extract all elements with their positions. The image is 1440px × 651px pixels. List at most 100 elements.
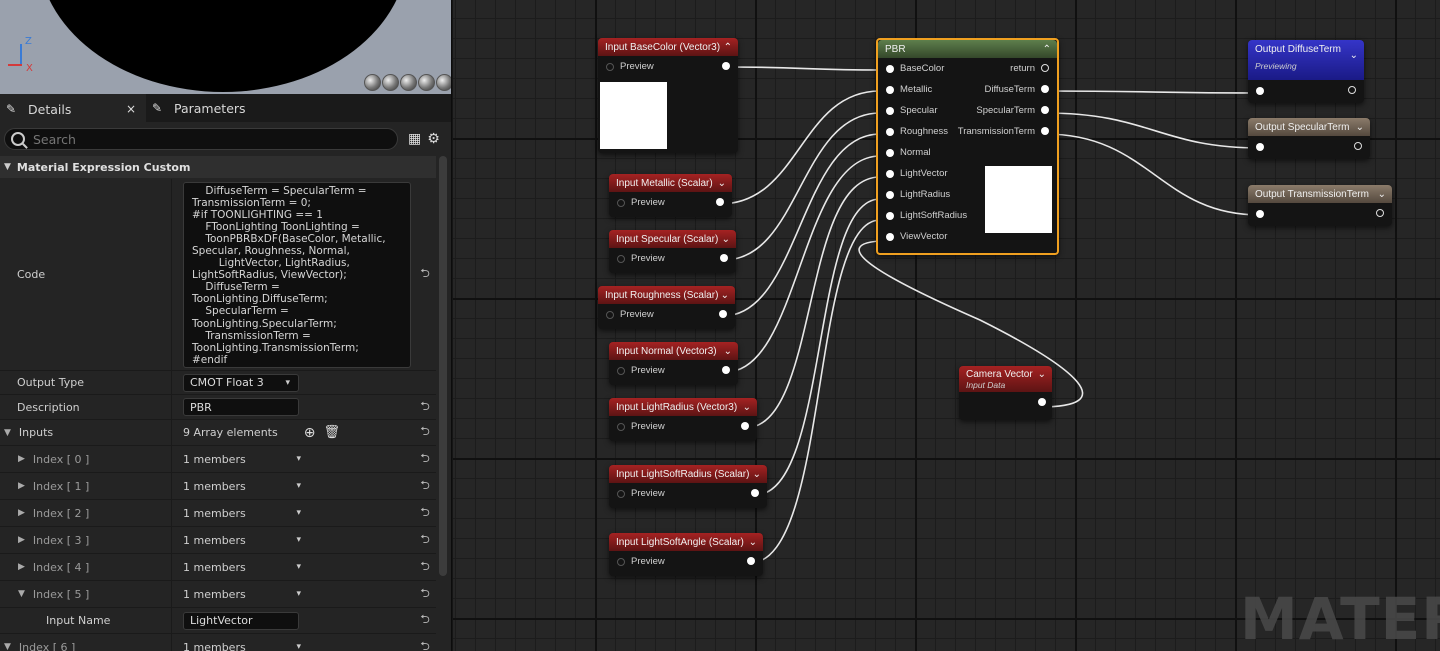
output-pin[interactable]: [722, 366, 730, 374]
node-camera-vector[interactable]: Camera Vector Input Data ⌄: [959, 366, 1052, 420]
pin-icon[interactable]: [617, 422, 625, 431]
input-pin[interactable]: [886, 85, 894, 94]
chevron-down-icon[interactable]: ⌄: [718, 178, 726, 189]
preview-cylinder-icon[interactable]: [364, 74, 381, 91]
chevron-down-icon[interactable]: ⌄: [1378, 189, 1386, 200]
output-pin[interactable]: [747, 557, 755, 565]
input-pin[interactable]: [886, 148, 894, 157]
pin-icon[interactable]: [617, 557, 625, 566]
output-pin-row[interactable]: return: [947, 58, 1057, 79]
node-output-diffuseterm[interactable]: Output DiffuseTerm Previewing ⌄: [1248, 40, 1364, 103]
pin-icon[interactable]: [617, 366, 625, 375]
output-pin[interactable]: [1376, 209, 1384, 217]
chevron-down-icon[interactable]: ⌄: [749, 537, 757, 548]
node-input-roughness[interactable]: Input Roughness (Scalar) ⌄ Preview: [598, 286, 735, 329]
chevron-down-icon[interactable]: ⌄: [722, 234, 730, 245]
output-pin-row[interactable]: DiffuseTerm: [947, 79, 1057, 100]
output-pin[interactable]: [1354, 142, 1362, 150]
node-input-lightsoftradius[interactable]: Input LightSoftRadius (Scalar) ⌄ Preview: [609, 465, 767, 508]
search-box[interactable]: [4, 128, 398, 150]
node-header[interactable]: Input Roughness (Scalar) ⌄: [598, 286, 735, 304]
table-view-icon[interactable]: ▦: [408, 131, 421, 147]
input-pin-row[interactable]: Normal: [878, 142, 1057, 163]
index-label-cell[interactable]: ▶ Index [ 4 ]: [0, 554, 172, 580]
output-pin[interactable]: [720, 254, 728, 262]
node-input-specular[interactable]: Input Specular (Scalar) ⌄ Preview: [609, 230, 736, 273]
members-dropdown[interactable]: 1 members ▾: [183, 453, 301, 466]
input-pin[interactable]: [886, 106, 894, 115]
input-pin[interactable]: [1256, 209, 1264, 218]
output-pin-row[interactable]: SpecularTerm: [947, 100, 1057, 121]
chevron-down-icon[interactable]: ⌄: [724, 346, 732, 357]
reset-arrow-icon[interactable]: ⮌: [414, 557, 436, 578]
chevron-down-icon[interactable]: ⌄: [743, 402, 751, 413]
output-pin[interactable]: [719, 310, 727, 318]
node-header[interactable]: Input LightSoftAngle (Scalar) ⌄: [609, 533, 763, 551]
node-output-specularterm[interactable]: Output SpecularTerm ⌄: [1248, 118, 1370, 159]
tab-parameters[interactable]: ✎ Parameters: [146, 94, 256, 122]
output-pin[interactable]: [722, 62, 730, 70]
output-pin[interactable]: [741, 422, 749, 430]
members-dropdown[interactable]: 1 members ▾: [183, 641, 301, 651]
section-header[interactable]: ▼ Material Expression Custom: [0, 156, 436, 178]
reset-arrow-icon[interactable]: ⮌: [414, 397, 436, 418]
node-header[interactable]: Input LightSoftRadius (Scalar) ⌄: [609, 465, 767, 483]
pin-icon[interactable]: [617, 198, 625, 207]
node-header[interactable]: Input Normal (Vector3) ⌄: [609, 342, 738, 360]
node-header[interactable]: PBR ⌃: [878, 40, 1057, 58]
index-label-cell[interactable]: ▶ Index [ 1 ]: [0, 473, 172, 499]
members-dropdown[interactable]: 1 members ▾: [183, 534, 301, 547]
input-pin[interactable]: [886, 127, 894, 136]
node-input-basecolor[interactable]: Input BaseColor (Vector3) ⌃ Preview: [598, 38, 738, 153]
index-label-cell[interactable]: ▼ Index [ 5 ]: [0, 581, 172, 607]
reset-arrow-icon[interactable]: ⮌: [414, 637, 436, 651]
reset-arrow-icon[interactable]: ⮌: [414, 530, 436, 551]
node-input-metallic[interactable]: Input Metallic (Scalar) ⌄ Preview: [609, 174, 732, 217]
input-pin[interactable]: [1256, 142, 1264, 151]
pin-icon[interactable]: [617, 254, 625, 263]
reset-arrow-icon[interactable]: ⮌: [414, 584, 436, 605]
reset-arrow-icon[interactable]: ⮌: [414, 610, 436, 631]
output-pin[interactable]: [1038, 398, 1046, 406]
description-field[interactable]: PBR: [183, 398, 299, 416]
members-dropdown[interactable]: 1 members ▾: [183, 561, 301, 574]
chevron-down-icon[interactable]: ⌄: [1038, 369, 1046, 380]
index-label-cell[interactable]: ▼ Index [ 6 ]: [0, 634, 172, 651]
members-dropdown[interactable]: 1 members ▾: [183, 480, 301, 493]
pin-icon[interactable]: [606, 62, 614, 71]
gear-icon[interactable]: ⚙: [427, 131, 440, 147]
reset-arrow-icon[interactable]: ⮌: [414, 264, 436, 285]
index-label-cell[interactable]: ▶ Index [ 3 ]: [0, 527, 172, 553]
reset-arrow-icon[interactable]: ⮌: [414, 449, 436, 470]
output-type-dropdown[interactable]: CMOT Float 3 ▾: [183, 373, 299, 392]
index-label-cell[interactable]: ▶ Index [ 0 ]: [0, 446, 172, 472]
pin-icon[interactable]: [606, 310, 614, 319]
node-header[interactable]: Camera Vector Input Data ⌄: [959, 366, 1052, 392]
node-header[interactable]: Output TransmissionTerm ⌄: [1248, 185, 1392, 203]
node-input-lightradius[interactable]: Input LightRadius (Vector3) ⌄ Preview: [609, 398, 757, 441]
details-scrollbar[interactable]: [439, 156, 447, 576]
tab-details[interactable]: ✎ Details ×: [0, 94, 146, 122]
output-pin[interactable]: [1041, 64, 1049, 72]
node-header[interactable]: Input Metallic (Scalar) ⌄: [609, 174, 732, 192]
input-name-field[interactable]: LightVector: [183, 611, 299, 630]
node-output-transmissionterm[interactable]: Output TransmissionTerm ⌄: [1248, 185, 1392, 226]
node-header[interactable]: Output SpecularTerm ⌄: [1248, 118, 1370, 136]
chevron-down-icon[interactable]: ⌄: [1356, 122, 1364, 133]
output-pin[interactable]: [716, 198, 724, 206]
node-input-normal[interactable]: Input Normal (Vector3) ⌄ Preview: [609, 342, 738, 385]
reset-arrow-icon[interactable]: ⮌: [414, 476, 436, 497]
material-preview-viewport[interactable]: Z X: [0, 0, 451, 94]
code-textarea[interactable]: DiffuseTerm = SpecularTerm = Transmissio…: [183, 181, 411, 368]
node-header[interactable]: Input BaseColor (Vector3) ⌃: [598, 38, 738, 56]
chevron-up-icon[interactable]: ⌃: [724, 42, 732, 53]
reset-arrow-icon[interactable]: ⮌: [414, 503, 436, 524]
chevron-down-icon[interactable]: ⌄: [1350, 50, 1358, 61]
search-input[interactable]: [33, 131, 363, 147]
input-pin[interactable]: [1256, 86, 1264, 95]
output-pin[interactable]: [1348, 86, 1356, 94]
input-pin[interactable]: [886, 64, 894, 73]
output-pin[interactable]: [1041, 127, 1049, 135]
inputs-label-cell[interactable]: ▼ Inputs: [0, 420, 172, 445]
preview-plane-icon[interactable]: [400, 74, 417, 91]
